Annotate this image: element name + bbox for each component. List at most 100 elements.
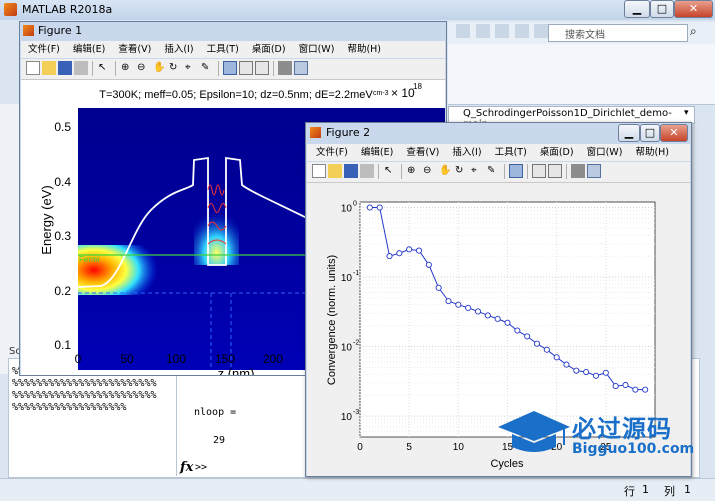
redo-icon[interactable] — [534, 24, 548, 38]
convergence-point — [543, 346, 550, 353]
main-close-button[interactable]: ✕ — [674, 0, 713, 18]
save-figure-icon[interactable] — [344, 164, 358, 178]
menu-help[interactable]: 帮助(H) — [635, 147, 669, 158]
y-tick-base: 10 — [341, 343, 353, 354]
zoom-out-icon[interactable]: ⊖ — [422, 164, 436, 178]
zoom-in-icon[interactable]: ⊕ — [406, 164, 420, 178]
menu-file[interactable]: 文件(F) — [28, 44, 60, 55]
y-tick-label: 0.1 — [54, 338, 71, 352]
menu-edit[interactable]: 编辑(E) — [73, 44, 105, 55]
col-label: 列 — [664, 485, 675, 498]
watermark-url: Bigguo100.com — [572, 441, 695, 457]
pan-icon[interactable]: ✋ — [152, 61, 166, 75]
menu-file[interactable]: 文件(F) — [316, 147, 348, 158]
convergence-point — [406, 246, 413, 253]
convergence-point — [622, 381, 629, 389]
colorbar-icon[interactable] — [532, 164, 546, 178]
convergence-point — [592, 372, 600, 379]
toolbar-separator — [504, 163, 505, 179]
menu-desktop[interactable]: 桌面(D) — [252, 44, 286, 55]
status-bar: 行 1 列 1 — [0, 478, 715, 501]
menu-window[interactable]: 窗口(W) — [299, 44, 335, 55]
y-tick-exponent: -3 — [353, 409, 359, 416]
pointer-icon[interactable]: ↖ — [97, 61, 111, 75]
hide-plot-tools-icon[interactable] — [571, 164, 585, 178]
paste-icon[interactable] — [495, 24, 509, 38]
open-file-icon[interactable] — [328, 164, 342, 178]
convergence-point — [563, 361, 570, 368]
menu-tools[interactable]: 工具(T) — [207, 44, 239, 55]
main-maximize-button[interactable]: □ — [650, 0, 674, 18]
rotate-icon[interactable]: ↻ — [454, 164, 468, 178]
copy-icon[interactable] — [475, 24, 490, 38]
figure2-maximize-button[interactable]: □ — [640, 124, 660, 142]
figure2-close-button[interactable]: ✕ — [660, 124, 688, 142]
menu-help[interactable]: 帮助(H) — [347, 44, 381, 55]
data-cursor-icon[interactable]: ⌖ — [184, 61, 198, 75]
search-icon[interactable]: ⌕ — [690, 24, 704, 40]
folder-dropdown-icon[interactable]: ▾ — [684, 108, 689, 118]
menu-insert[interactable]: 插入(I) — [164, 44, 193, 55]
pointer-icon[interactable]: ↖ — [383, 164, 397, 178]
figure2-toolbar: ↖ ⊕ ⊖ ✋ ↻ ⌖ ✎ — [307, 162, 690, 183]
toolbar-separator — [378, 163, 379, 179]
figure2-minimize-button[interactable]: ▁ — [618, 124, 640, 142]
convergence-point — [514, 327, 521, 334]
nloop-label: nloop = — [194, 407, 237, 418]
hide-plot-tools-icon[interactable] — [278, 61, 292, 75]
menu-desktop[interactable]: 桌面(D) — [540, 147, 574, 158]
y-tick-label: 0.3 — [54, 229, 71, 243]
legend-icon[interactable] — [255, 61, 269, 75]
brush-icon[interactable]: ✎ — [200, 61, 214, 75]
legend-icon[interactable] — [548, 164, 562, 178]
y-tick-label: 0.5 — [54, 120, 71, 134]
show-plot-tools-icon[interactable] — [587, 164, 601, 178]
print-figure-icon[interactable] — [360, 164, 374, 178]
convergence-point — [465, 304, 472, 311]
convergence-point — [642, 386, 649, 393]
toolbar-separator — [527, 163, 528, 179]
fx-icon[interactable]: fx — [180, 460, 193, 475]
y-tick-base: 10 — [341, 273, 353, 284]
link-plot-icon[interactable] — [223, 61, 237, 75]
figure1-menu-bar: 文件(F) 编辑(E) 查看(V) 插入(I) 工具(T) 桌面(D) 窗口(W… — [21, 41, 445, 58]
show-plot-tools-icon[interactable] — [294, 61, 308, 75]
main-title-bar: MATLAB R2018a ▁ □ ✕ — [0, 0, 715, 20]
menu-insert[interactable]: 插入(I) — [452, 147, 481, 158]
brush-icon[interactable]: ✎ — [486, 164, 500, 178]
main-minimize-button[interactable]: ▁ — [624, 0, 650, 18]
convergence-point — [376, 204, 383, 211]
zoom-out-icon[interactable]: ⊖ — [136, 61, 150, 75]
command-prompt[interactable]: >> — [195, 462, 207, 473]
toolbar-separator — [92, 60, 93, 76]
y-tick-base: 10 — [341, 412, 353, 423]
cut-icon[interactable] — [456, 24, 470, 38]
link-plot-icon[interactable] — [509, 164, 523, 178]
print-figure-icon[interactable] — [74, 61, 88, 75]
rotate-icon[interactable]: ↻ — [168, 61, 182, 75]
y-ticks: 10 010 -110 -210 -3 — [341, 201, 359, 424]
pan-icon[interactable]: ✋ — [438, 164, 452, 178]
convergence-point — [632, 386, 639, 393]
data-cursor-icon[interactable]: ⌖ — [470, 164, 484, 178]
search-documentation-input[interactable]: 搜索文档 — [548, 24, 688, 42]
row-label: 行 — [624, 485, 635, 498]
new-figure-icon[interactable] — [312, 164, 326, 178]
colorbar-icon[interactable] — [239, 61, 253, 75]
save-figure-icon[interactable] — [58, 61, 72, 75]
x-tick-label: 50 — [120, 352, 134, 366]
menu-window[interactable]: 窗口(W) — [587, 147, 623, 158]
menu-tools[interactable]: 工具(T) — [495, 147, 527, 158]
menu-view[interactable]: 查看(V) — [406, 147, 439, 158]
undo-icon[interactable] — [514, 24, 529, 38]
new-figure-icon[interactable] — [26, 61, 40, 75]
menu-edit[interactable]: 编辑(E) — [361, 147, 393, 158]
toolbar-separator — [273, 60, 274, 76]
open-file-icon[interactable] — [42, 61, 56, 75]
heatmap-well-density — [194, 205, 239, 265]
colorbar-exponent: 18 — [413, 82, 422, 91]
y-tick-exponent: -1 — [353, 270, 359, 277]
menu-view[interactable]: 查看(V) — [118, 44, 151, 55]
col-value: 1 — [684, 483, 691, 496]
zoom-in-icon[interactable]: ⊕ — [120, 61, 134, 75]
